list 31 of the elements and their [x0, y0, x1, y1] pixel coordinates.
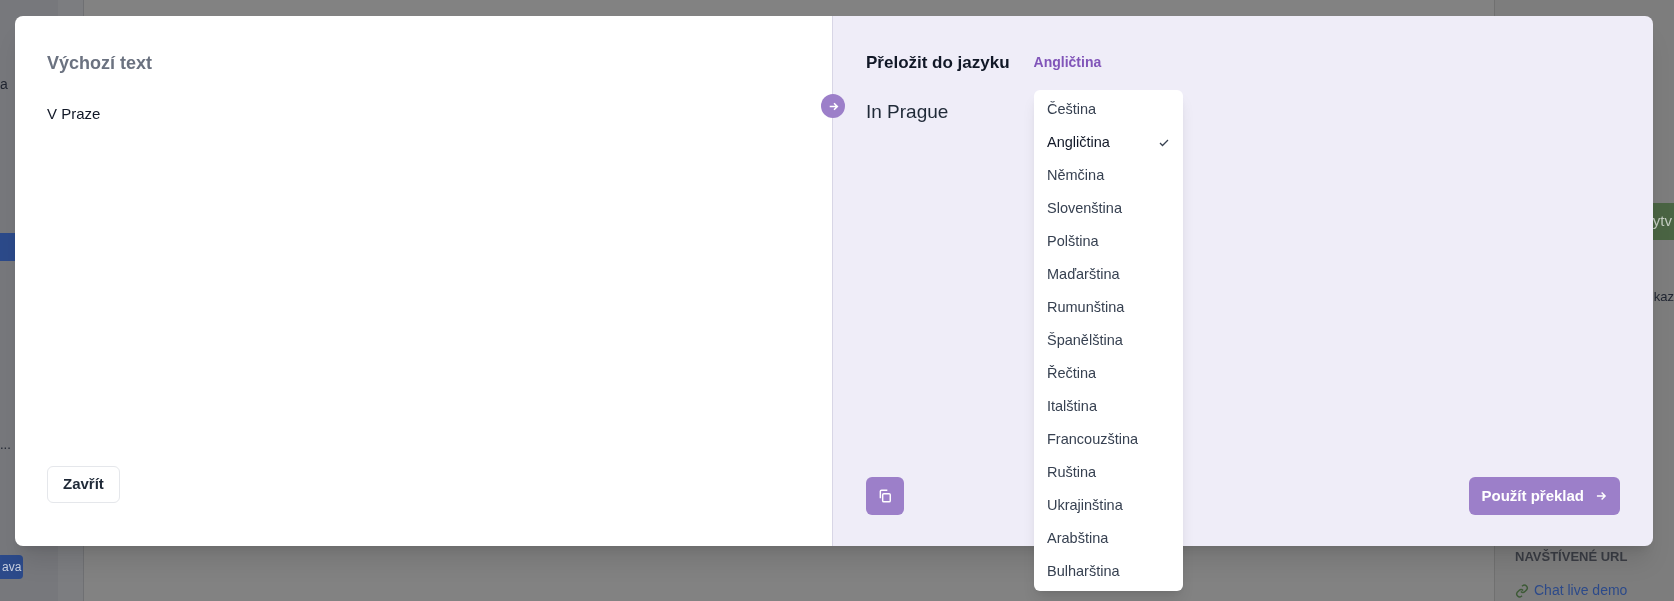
language-option[interactable]: Italština: [1034, 390, 1183, 423]
panel-text: kaz: [1653, 288, 1674, 306]
language-option[interactable]: Španělština: [1034, 324, 1183, 357]
sidebar-badge[interactable]: ava: [0, 554, 24, 579]
sidebar-text: ...: [0, 436, 11, 454]
source-title: Výchozí text: [47, 52, 154, 75]
target-title: Přeložit do jazyku: [866, 52, 1010, 74]
language-option[interactable]: Ukrajinština: [1034, 489, 1183, 522]
language-option[interactable]: Francouzština: [1034, 423, 1183, 456]
arrow-right-icon: [1594, 489, 1608, 503]
language-option[interactable]: Ruština: [1034, 456, 1183, 489]
language-option[interactable]: Řečtina: [1034, 357, 1183, 390]
language-option[interactable]: Slovenština: [1034, 192, 1183, 225]
copy-icon: [878, 489, 892, 503]
language-option[interactable]: Čeština: [1034, 93, 1183, 126]
sidebar-highlight: [0, 233, 15, 261]
language-option[interactable]: Němčina: [1034, 159, 1183, 192]
language-option[interactable]: Bulharština: [1034, 555, 1183, 588]
sidebar-text: a: [0, 75, 8, 94]
language-option[interactable]: Maďarština: [1034, 258, 1183, 291]
section-title: NAVŠTÍVENÉ URL: [1515, 547, 1629, 566]
link-icon: [1515, 583, 1529, 598]
language-option[interactable]: Arabština: [1034, 522, 1183, 555]
language-selector[interactable]: Angličtina: [1033, 52, 1102, 74]
language-option[interactable]: Rumunština: [1034, 291, 1183, 324]
copy-button[interactable]: [866, 477, 904, 515]
language-option[interactable]: Polština: [1034, 225, 1183, 258]
language-option[interactable]: Angličtina: [1034, 126, 1183, 159]
translated-text: In Prague: [866, 99, 949, 124]
close-button[interactable]: Zavřít: [47, 466, 120, 503]
source-text: V Praze: [47, 104, 102, 124]
